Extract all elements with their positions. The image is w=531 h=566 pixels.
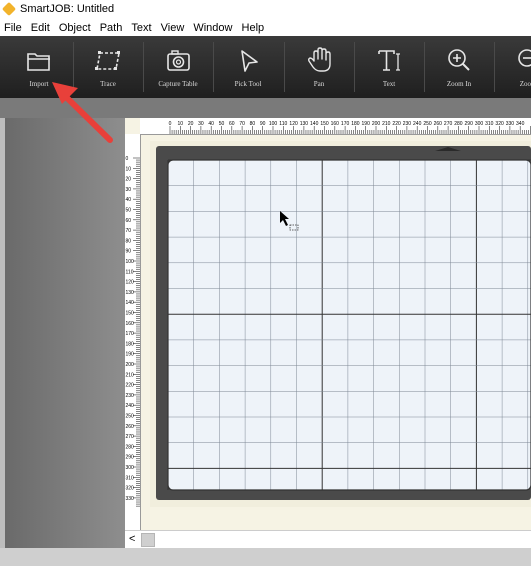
annotation-arrow-icon [52, 82, 113, 143]
